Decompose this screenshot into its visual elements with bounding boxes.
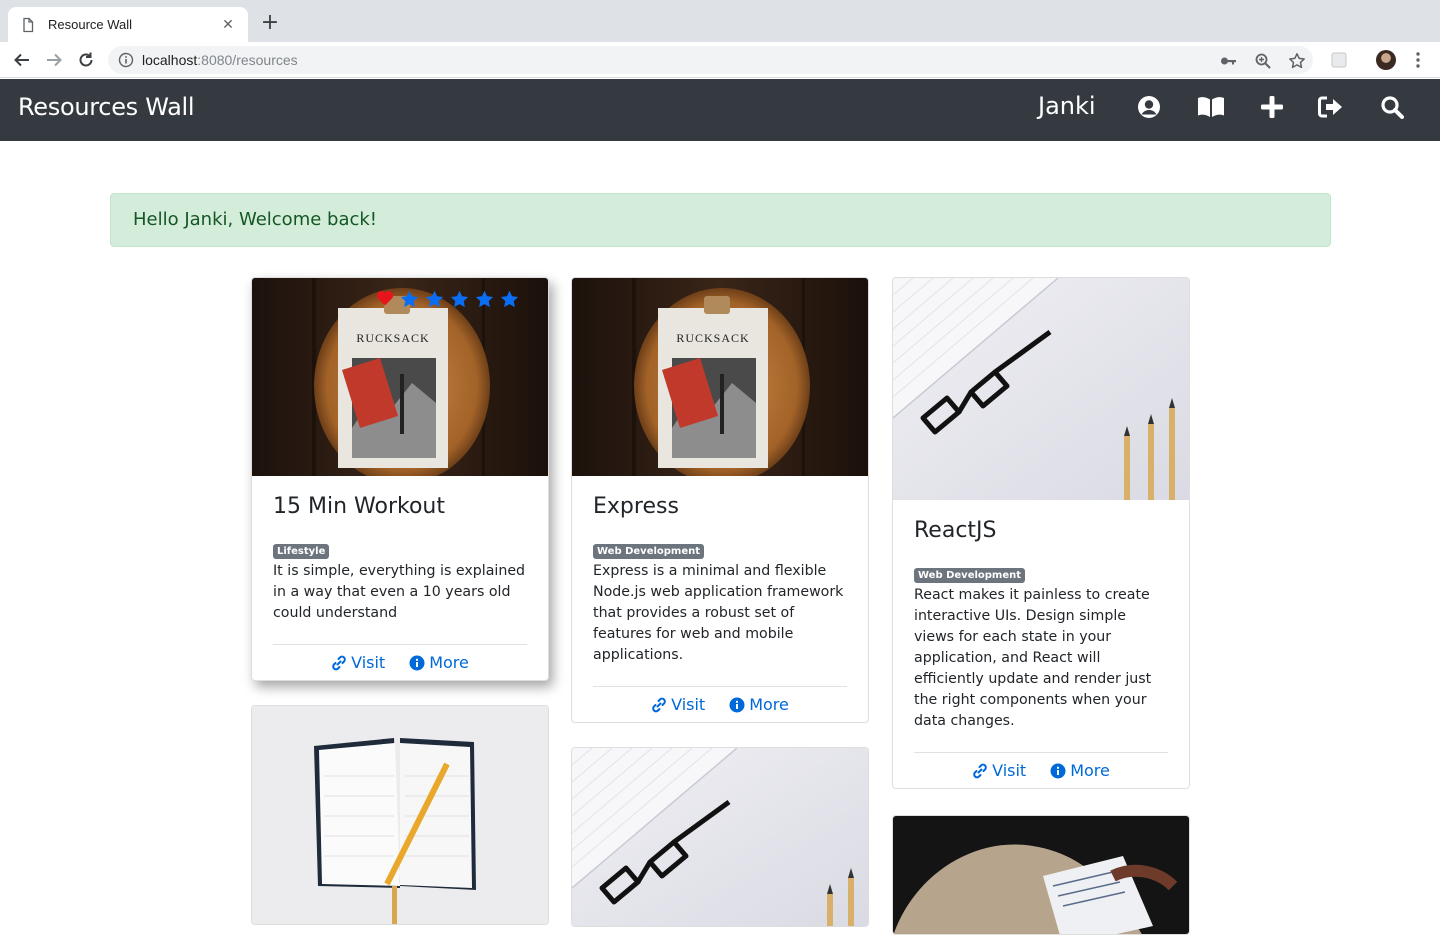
visit-link[interactable]: Visit [651,695,705,714]
key-icon[interactable] [1219,52,1237,70]
card-description: React makes it painless to create intera… [914,587,1152,729]
svg-text:RUCKSACK: RUCKSACK [676,331,749,345]
link-icon [652,697,666,712]
resource-card: RUCKSACK 15 Min Workout Lifestyle It is … [251,277,549,681]
link-icon [332,655,346,670]
browser-menu-icon[interactable] [1408,50,1428,70]
card-footer: Visit More [914,752,1168,788]
more-label: More [1070,761,1110,780]
category-badge: Lifestyle [273,544,330,559]
card-image [572,748,868,926]
plus-icon[interactable] [1258,93,1286,121]
new-tab-icon[interactable]: + [258,12,282,36]
card-title[interactable]: 15 Min Workout [273,494,527,519]
card-image: RUCKSACK [572,278,868,476]
more-link[interactable]: More [1050,761,1110,780]
user-circle-icon[interactable] [1135,93,1163,121]
card-footer: Visit More [593,686,847,722]
more-label: More [429,653,469,672]
card-footer: Visit More [273,644,527,680]
app-navbar: Resources Wall Janki [0,79,1440,141]
more-link[interactable]: More [409,653,469,672]
zoom-icon[interactable] [1254,52,1272,70]
forward-icon[interactable] [42,48,66,72]
card-description: It is simple, everything is explained in… [273,563,526,621]
site-info-icon[interactable] [118,52,134,68]
star-icon[interactable] [475,290,494,312]
card-body: 15 Min Workout Lifestyle It is simple, e… [273,494,527,624]
visit-link[interactable]: Visit [331,653,385,672]
heart-icon[interactable] [376,290,394,312]
rating-bar [376,290,519,312]
tab-title: Resource Wall [48,17,133,32]
card-title[interactable]: Express [593,494,847,519]
visit-label: Visit [671,695,706,714]
back-icon[interactable] [10,48,34,72]
welcome-message: Hello Janki, Welcome back! [133,209,378,230]
resource-card: RUCKSACK Express Web Development Express… [571,277,869,723]
visit-label: Visit [992,761,1027,780]
search-icon[interactable] [1378,93,1406,121]
card-image [893,816,1189,934]
star-icon[interactable] [425,290,444,312]
welcome-alert: Hello Janki, Welcome back! [110,193,1331,247]
more-label: More [749,695,789,714]
info-icon [409,655,425,670]
star-icon[interactable] [400,290,419,312]
card-image [893,278,1189,500]
reload-icon[interactable] [74,48,98,72]
resource-card: ReactJS Web Development React makes it p… [892,277,1190,789]
url-text: localhost:8080/resources [142,52,298,68]
resource-card [251,705,549,925]
username-link[interactable]: Janki [1038,92,1096,120]
star-icon[interactable] [500,290,519,312]
book-open-icon[interactable] [1197,93,1225,121]
browser-tab[interactable]: Resource Wall ✕ [8,7,248,42]
card-body: ReactJS Web Development React makes it p… [914,518,1168,732]
sign-out-icon[interactable] [1317,93,1345,121]
page-icon [20,17,36,33]
link-icon [973,763,987,778]
visit-link[interactable]: Visit [972,761,1026,780]
more-link[interactable]: More [729,695,789,714]
card-description: Express is a minimal and flexible Node.j… [593,563,844,663]
resource-card [892,815,1190,935]
visit-label: Visit [351,653,386,672]
url-host: localhost [142,52,198,68]
svg-text:RUCKSACK: RUCKSACK [356,331,429,345]
star-icon[interactable] [450,290,469,312]
category-badge: Web Development [593,544,705,559]
profile-avatar[interactable] [1376,50,1396,70]
close-tab-icon[interactable]: ✕ [220,17,236,33]
address-bar[interactable]: localhost:8080/resources [108,46,1313,74]
extension-icon[interactable] [1329,50,1349,70]
card-image [252,706,548,924]
category-badge: Web Development [914,568,1026,583]
brand-link[interactable]: Resources Wall [18,93,195,121]
card-body: Express Web Development Express is a min… [593,494,847,666]
info-icon [729,697,745,712]
browser-toolbar: localhost:8080/resources [0,42,1440,78]
url-path: :8080/resources [197,52,298,68]
card-title[interactable]: ReactJS [914,518,1168,543]
browser-tab-strip: Resource Wall ✕ + [0,0,1440,42]
resource-card [571,747,869,927]
bookmark-star-icon[interactable] [1288,52,1306,70]
info-icon [1050,763,1066,778]
